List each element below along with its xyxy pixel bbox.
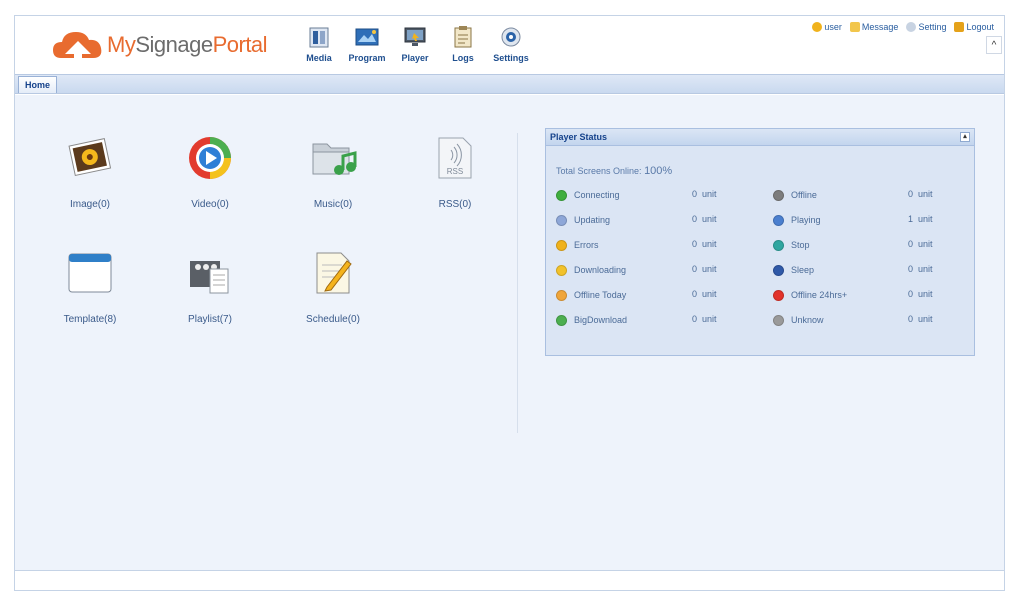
gear-icon <box>906 22 917 32</box>
status-count: 0 unit <box>692 189 717 199</box>
status-row: Offline 24hrs+ <box>773 288 847 302</box>
status-row: Connecting <box>556 188 620 202</box>
program-icon <box>354 24 380 50</box>
tile-template[interactable]: Template(8) <box>35 248 145 325</box>
status-row: Sleep <box>773 263 814 277</box>
template-icon <box>65 248 115 298</box>
updating-icon <box>556 214 567 226</box>
player-icon <box>402 24 428 50</box>
playlist-icon <box>185 248 235 298</box>
status-count: 0 unit <box>692 289 717 299</box>
offline-icon <box>773 189 784 201</box>
status-row: BigDownload <box>556 313 627 327</box>
video-icon <box>185 133 235 183</box>
sleep-icon <box>773 264 784 276</box>
status-row: Offline <box>773 188 817 202</box>
collapse-panel-button[interactable]: ▴ <box>960 132 970 142</box>
offline-today-icon <box>556 289 567 301</box>
panel-divider <box>517 133 518 433</box>
tab-home[interactable]: Home <box>18 76 58 93</box>
main-nav: Media Program Player Logs Settings <box>295 24 535 63</box>
settings-icon <box>498 24 524 50</box>
cloud-logo-icon <box>51 28 105 62</box>
errors-icon <box>556 239 567 251</box>
tile-video[interactable]: Video(0) <box>155 133 265 210</box>
player-status-panel: Player Status ▴ Total Screens Online: 10… <box>545 128 975 356</box>
stop-icon <box>773 239 784 251</box>
status-count: 0 unit <box>692 239 717 249</box>
app-frame: MySignagePortal Media Program Player Log… <box>14 15 1005 591</box>
tile-playlist[interactable]: Playlist(7) <box>155 248 265 325</box>
logo[interactable]: MySignagePortal <box>51 28 268 62</box>
status-row: Errors <box>556 238 599 252</box>
nav-program[interactable]: Program <box>343 24 391 63</box>
unknown-icon <box>773 314 784 326</box>
connecting-icon <box>556 189 567 201</box>
tile-music[interactable]: Music(0) <box>278 133 388 210</box>
status-count: 0 unit <box>692 214 717 224</box>
key-icon <box>954 22 965 32</box>
status-count: 1 unit <box>908 214 933 224</box>
offline-24hrs-icon <box>773 289 784 301</box>
total-screens-online: Total Screens Online: 100% <box>556 165 673 177</box>
status-row: Playing <box>773 213 821 227</box>
downloading-icon <box>556 264 567 276</box>
tab-bar: Home <box>15 74 1004 94</box>
logout-link[interactable]: Logout <box>954 22 994 32</box>
nav-settings[interactable]: Settings <box>487 24 535 63</box>
footer-bar <box>15 570 1004 590</box>
status-count: 0 unit <box>692 264 717 274</box>
user-toolbar: user Message Setting Logout <box>812 22 994 32</box>
status-count: 0 unit <box>908 289 933 299</box>
tile-rss[interactable]: RSS RSS(0) <box>400 133 510 210</box>
setting-link[interactable]: Setting <box>906 22 946 32</box>
tile-schedule[interactable]: Schedule(0) <box>278 248 388 325</box>
logo-text: MySignagePortal <box>107 32 268 57</box>
rss-badge: RSS <box>447 167 463 176</box>
user-link[interactable]: user <box>812 22 842 32</box>
nav-player[interactable]: Player <box>391 24 439 63</box>
nav-logs[interactable]: Logs <box>439 24 487 63</box>
nav-media[interactable]: Media <box>295 24 343 63</box>
tile-image[interactable]: Image(0) <box>35 133 145 210</box>
panel-title: Player Status <box>550 132 608 142</box>
status-count: 0 unit <box>908 239 933 249</box>
message-link[interactable]: Message <box>849 22 898 32</box>
music-icon <box>308 133 358 183</box>
playing-icon <box>773 214 784 226</box>
status-count: 0 unit <box>692 314 717 324</box>
status-row: Offline Today <box>556 288 626 302</box>
panel-header: Player Status ▴ <box>546 129 974 146</box>
status-count: 0 unit <box>908 189 933 199</box>
rss-icon: RSS <box>430 133 480 183</box>
big-download-icon <box>556 314 567 326</box>
user-icon <box>812 22 823 32</box>
status-row: Stop <box>773 238 810 252</box>
status-row: Unknow <box>773 313 824 327</box>
status-row: Downloading <box>556 263 626 277</box>
envelope-icon <box>849 22 860 32</box>
media-icon <box>306 24 332 50</box>
status-count: 0 unit <box>908 314 933 324</box>
collapse-header-button[interactable]: ^ <box>986 36 1002 54</box>
logs-icon <box>450 24 476 50</box>
status-count: 0 unit <box>908 264 933 274</box>
header: MySignagePortal Media Program Player Log… <box>15 16 1004 74</box>
status-row: Updating <box>556 213 610 227</box>
main-content: Image(0) Video(0) Music(0) RSS RSS(0) Te… <box>15 95 1004 570</box>
schedule-icon <box>308 248 358 298</box>
image-icon <box>65 133 115 183</box>
